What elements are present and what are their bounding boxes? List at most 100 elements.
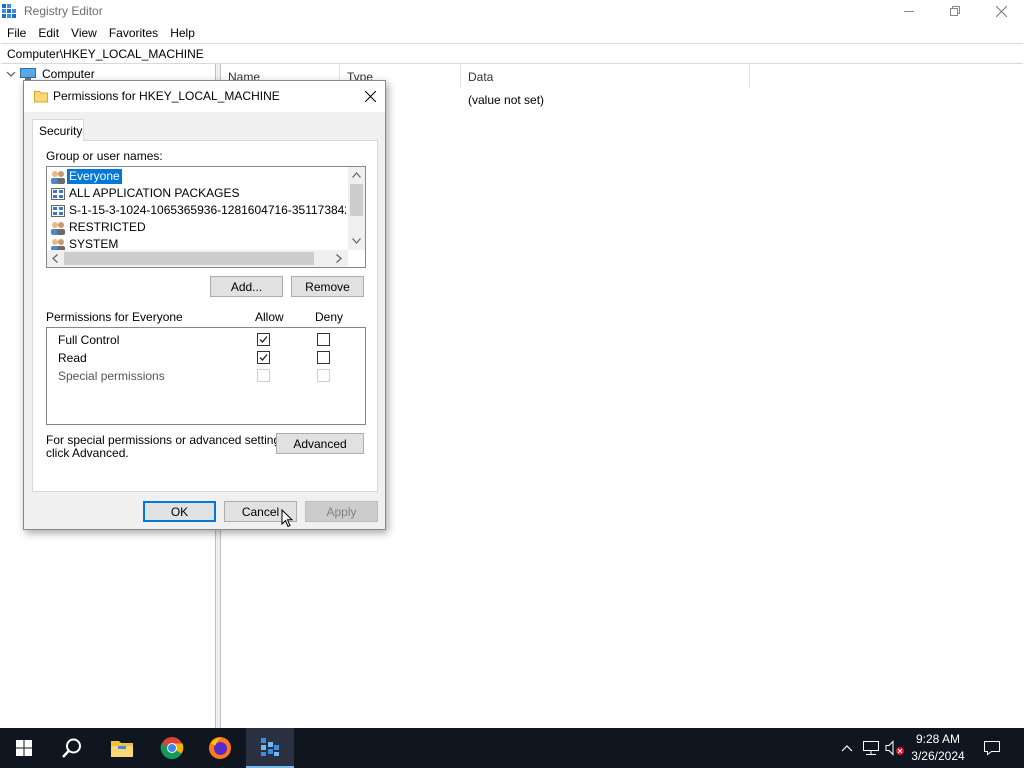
computer-icon	[20, 68, 36, 80]
vertical-scrollbar[interactable]	[348, 167, 365, 250]
taskbar-chrome[interactable]	[148, 728, 196, 768]
allow-column-header: Allow	[255, 310, 284, 324]
registry-editor-icon	[2, 4, 16, 18]
title-bar[interactable]: Registry Editor	[0, 0, 1024, 22]
advanced-button[interactable]: Advanced	[276, 433, 364, 454]
address-text: Computer\HKEY_LOCAL_MACHINE	[7, 47, 204, 61]
ok-button[interactable]: OK	[143, 501, 216, 522]
menu-view[interactable]: View	[71, 24, 97, 42]
permission-read: Read	[58, 351, 87, 365]
taskbar-clock[interactable]: 9:28 AM 3/26/2024	[905, 731, 971, 765]
chevron-right-icon[interactable]	[336, 254, 342, 263]
firefox-icon	[209, 737, 231, 759]
permission-full-control: Full Control	[58, 333, 120, 347]
taskbar-firefox[interactable]	[196, 728, 244, 768]
column-header-data[interactable]: Data	[461, 64, 750, 88]
start-button[interactable]	[0, 728, 48, 768]
full-control-deny-checkbox[interactable]	[317, 333, 330, 346]
start-icon	[16, 740, 32, 756]
chevron-down-icon[interactable]	[352, 238, 361, 244]
tree-item-computer[interactable]: Computer	[6, 67, 95, 81]
read-deny-checkbox[interactable]	[317, 351, 330, 364]
close-icon	[995, 5, 1007, 17]
special-allow-checkbox	[257, 369, 270, 382]
horizontal-scroll-thumb[interactable]	[64, 252, 314, 265]
group-icon	[51, 221, 65, 235]
deny-column-header: Deny	[315, 310, 344, 324]
group-names-label: Group or user names:	[46, 149, 163, 163]
action-center-button[interactable]	[980, 728, 1004, 768]
volume-tray-button[interactable]	[884, 728, 906, 768]
menu-edit[interactable]: Edit	[38, 24, 59, 42]
add-button[interactable]: Add...	[210, 276, 283, 297]
chevron-down-icon[interactable]	[6, 69, 16, 79]
dialog-title: Permissions for HKEY_LOCAL_MACHINE	[53, 89, 280, 103]
close-button[interactable]	[978, 0, 1024, 22]
file-explorer-icon	[111, 741, 133, 757]
horizontal-scrollbar[interactable]	[47, 250, 348, 267]
tab-security[interactable]: Security	[32, 119, 84, 141]
list-item-all-application-packages[interactable]: ALL APPLICATION PACKAGES	[50, 185, 346, 202]
list-item-everyone[interactable]: Everyone	[50, 168, 346, 185]
checkmark-icon	[259, 336, 268, 343]
chrome-icon	[160, 737, 184, 759]
permissions-dialog: Permissions for HKEY_LOCAL_MACHINE Secur…	[23, 80, 386, 530]
restore-button[interactable]	[932, 0, 978, 22]
network-tray-button[interactable]	[860, 728, 882, 768]
volume-muted-icon	[885, 740, 904, 756]
user-name: ALL APPLICATION PACKAGES	[69, 186, 240, 200]
read-allow-checkbox[interactable]	[257, 351, 270, 364]
menu-file[interactable]: File	[7, 24, 26, 42]
address-bar[interactable]: Computer\HKEY_LOCAL_MACHINE	[1, 43, 1023, 64]
user-name: S-1-15-3-1024-1065365936-1281604716-3511…	[69, 203, 346, 217]
menu-help[interactable]: Help	[170, 24, 195, 42]
registry-editor-icon	[261, 738, 279, 756]
permission-special: Special permissions	[58, 369, 165, 383]
vertical-scroll-thumb[interactable]	[350, 184, 363, 216]
mouse-pointer-icon	[281, 509, 294, 528]
minimize-icon	[904, 11, 914, 12]
remove-button[interactable]: Remove	[291, 276, 364, 297]
taskbar: 9:28 AM 3/26/2024	[0, 728, 1024, 768]
user-name: Everyone	[67, 169, 122, 184]
chevron-up-icon	[841, 745, 853, 752]
checkmark-icon	[259, 354, 268, 361]
clock-time: 9:28 AM	[915, 732, 961, 746]
taskbar-registry-editor[interactable]	[246, 728, 294, 768]
user-name: RESTRICTED	[69, 220, 146, 234]
minimize-button[interactable]	[886, 0, 932, 22]
full-control-allow-checkbox[interactable]	[257, 333, 270, 346]
folder-icon	[34, 91, 48, 103]
group-icon	[51, 170, 65, 184]
security-tab-panel: Group or user names: Everyone ALL APPLIC…	[32, 140, 378, 492]
special-deny-checkbox	[317, 369, 330, 382]
permissions-list: Full Control Read Special permissions	[46, 327, 366, 425]
app-packages-icon	[51, 204, 65, 217]
value-data-cell[interactable]: (value not set)	[468, 93, 544, 107]
user-list[interactable]: Everyone ALL APPLICATION PACKAGES S-1-15…	[46, 166, 366, 268]
chevron-left-icon[interactable]	[52, 254, 58, 263]
chevron-up-icon[interactable]	[352, 172, 361, 178]
notification-icon	[984, 741, 1000, 756]
dialog-title-bar[interactable]: Permissions for HKEY_LOCAL_MACHINE	[24, 81, 385, 112]
list-item-sid[interactable]: S-1-15-3-1024-1065365936-1281604716-3511…	[50, 202, 346, 219]
advanced-hint-line-1: For special permissions or advanced sett…	[46, 433, 290, 447]
menu-favorites[interactable]: Favorites	[109, 24, 158, 42]
show-hidden-icons-button[interactable]	[838, 728, 856, 768]
tree-item-label: Computer	[42, 67, 95, 81]
search-icon	[62, 738, 81, 758]
taskbar-file-explorer[interactable]	[98, 728, 146, 768]
menu-bar: File Edit View Favorites Help	[0, 24, 200, 42]
permissions-for-label: Permissions for Everyone	[46, 310, 183, 324]
restore-icon	[950, 6, 960, 16]
clock-date: 3/26/2024	[911, 749, 965, 763]
dialog-close-button[interactable]	[358, 86, 382, 106]
app-packages-icon	[51, 187, 65, 200]
list-item-restricted[interactable]: RESTRICTED	[50, 219, 346, 236]
network-icon	[863, 741, 879, 755]
advanced-hint-line-2: click Advanced.	[46, 446, 129, 460]
close-icon	[364, 90, 376, 102]
apply-button: Apply	[305, 501, 378, 522]
window-title: Registry Editor	[24, 4, 103, 18]
search-button[interactable]	[48, 728, 96, 768]
